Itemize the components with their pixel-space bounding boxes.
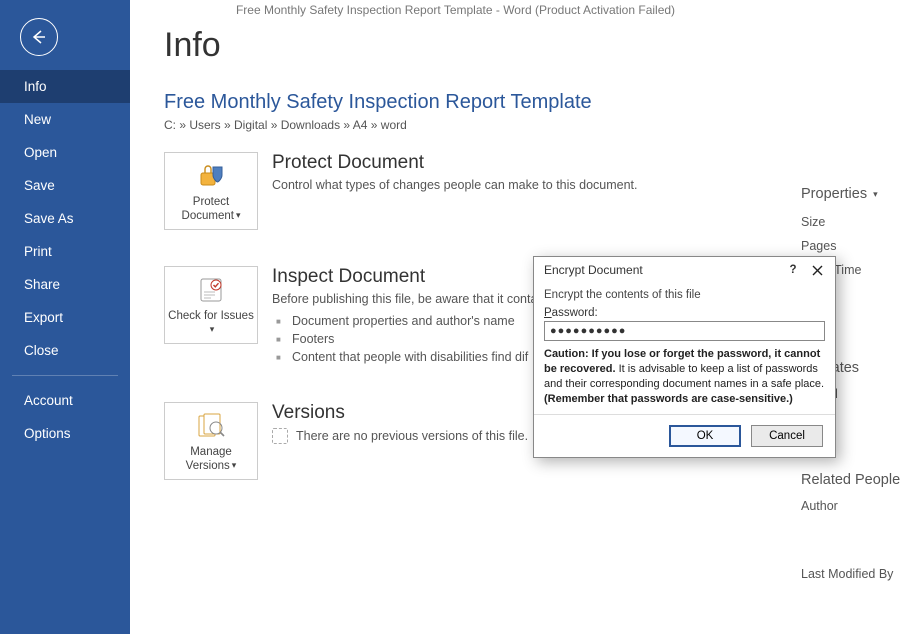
- inspect-bullets: Document properties and author's name Fo…: [272, 312, 547, 366]
- chevron-down-icon: ▾: [873, 189, 878, 200]
- prop-pages: Pages: [801, 234, 911, 258]
- protect-tile-label: Protect Document▾: [167, 195, 255, 224]
- versions-heading: Versions: [272, 402, 528, 424]
- nav-new[interactable]: New: [0, 103, 130, 136]
- checklist-icon: [197, 273, 225, 307]
- cancel-button[interactable]: Cancel: [751, 425, 823, 447]
- no-versions-text: There are no previous versions of this f…: [296, 429, 528, 443]
- nav-account[interactable]: Account: [0, 384, 130, 417]
- document-title: Free Monthly Safety Inspection Report Te…: [164, 91, 911, 114]
- versions-tile-label: Manage Versions▾: [167, 445, 255, 474]
- password-input[interactable]: ●●●●●●●●●●: [544, 321, 825, 341]
- protect-document-button[interactable]: Protect Document▾: [164, 152, 258, 230]
- inspect-tile-label: Check for Issues▾: [167, 309, 255, 338]
- backstage-sidebar: Info New Open Save Save As Print Share E…: [0, 0, 130, 634]
- dialog-subtitle: Encrypt the contents of this file: [544, 289, 825, 301]
- chevron-down-icon: ▾: [232, 460, 237, 471]
- nav-info[interactable]: Info: [0, 70, 130, 103]
- prop-author: Author: [801, 494, 911, 518]
- close-button[interactable]: [805, 260, 829, 280]
- arrow-left-icon: [29, 27, 49, 47]
- inspect-desc: Before publishing this file, be aware th…: [272, 292, 547, 306]
- inspect-bullet: Document properties and author's name: [272, 312, 547, 330]
- lock-shield-icon: [196, 159, 226, 193]
- chevron-down-icon: ▾: [210, 324, 215, 335]
- empty-file-icon: [272, 428, 288, 444]
- inspect-bullet: Content that people with disabilities fi…: [272, 348, 547, 366]
- chevron-down-icon: ▾: [236, 210, 241, 221]
- check-for-issues-button[interactable]: Check for Issues▾: [164, 266, 258, 344]
- protect-heading: Protect Document: [272, 152, 638, 174]
- inspect-heading: Inspect Document: [272, 266, 547, 288]
- related-people-header: Related People: [801, 472, 911, 488]
- protect-desc: Control what types of changes people can…: [272, 178, 638, 192]
- ok-button[interactable]: OK: [669, 425, 741, 447]
- properties-header[interactable]: Properties ▾: [801, 186, 911, 202]
- dialog-title: Encrypt Document: [544, 263, 781, 277]
- password-label: Password:: [544, 307, 825, 319]
- nav-save[interactable]: Save: [0, 169, 130, 202]
- dialog-caution: Caution: If you lose or forget the passw…: [544, 347, 825, 406]
- nav-print[interactable]: Print: [0, 235, 130, 268]
- manage-versions-button[interactable]: Manage Versions▾: [164, 402, 258, 480]
- protect-section: Protect Document▾ Protect Document Contr…: [164, 152, 911, 230]
- inspect-bullet: Footers: [272, 330, 547, 348]
- help-button[interactable]: ?: [781, 260, 805, 280]
- close-icon: [812, 265, 823, 276]
- back-button[interactable]: [20, 18, 58, 56]
- nav-share[interactable]: Share: [0, 268, 130, 301]
- encrypt-document-dialog: Encrypt Document ? Encrypt the contents …: [533, 256, 836, 458]
- nav-save-as[interactable]: Save As: [0, 202, 130, 235]
- nav-open[interactable]: Open: [0, 136, 130, 169]
- page-title: Info: [164, 26, 911, 65]
- nav-close[interactable]: Close: [0, 334, 130, 367]
- breadcrumb: C: » Users » Digital » Downloads » A4 » …: [164, 118, 911, 132]
- versions-icon: [196, 409, 226, 443]
- prop-size: Size: [801, 210, 911, 234]
- nav-export[interactable]: Export: [0, 301, 130, 334]
- prop-last-modified-by: Last Modified By: [801, 562, 911, 586]
- nav-options[interactable]: Options: [0, 417, 130, 450]
